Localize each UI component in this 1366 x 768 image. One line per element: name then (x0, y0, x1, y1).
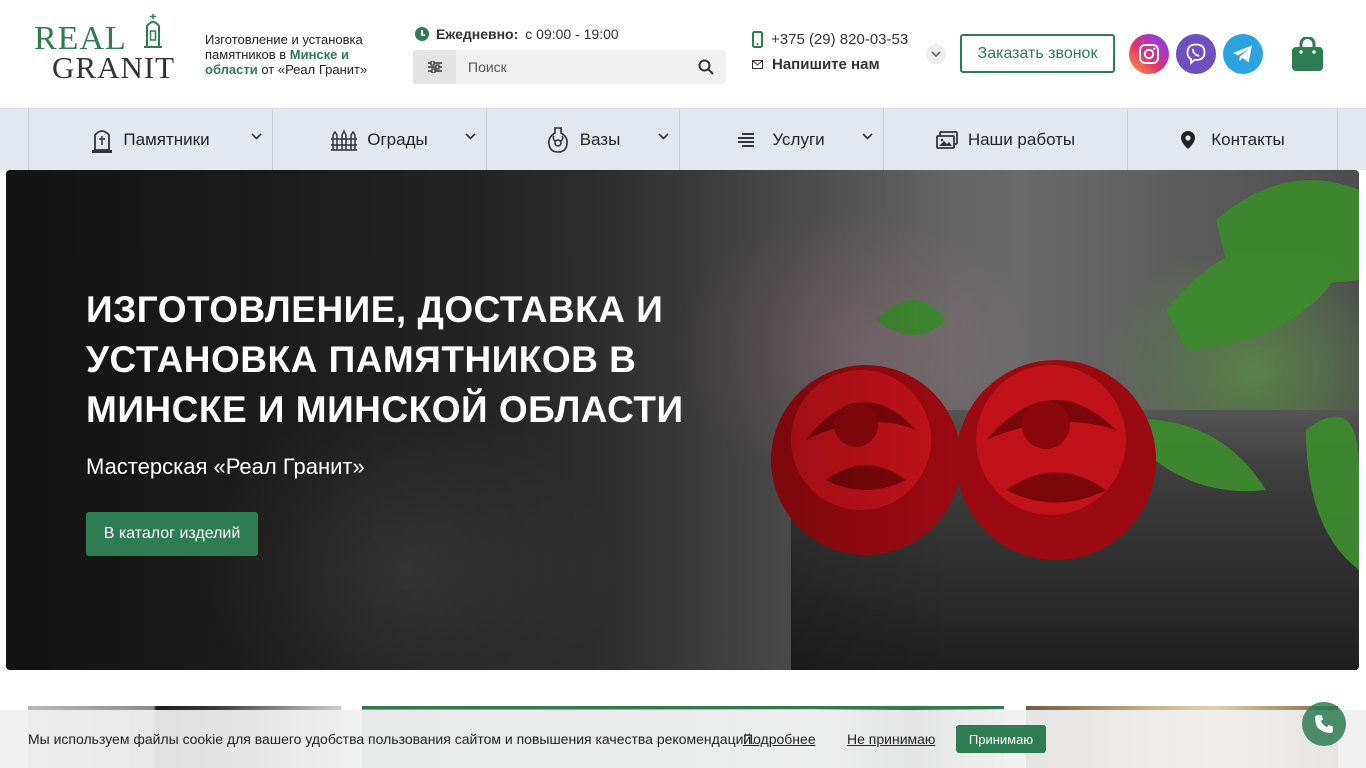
nav-label: Памятники (123, 129, 210, 149)
instagram-icon[interactable] (1129, 34, 1169, 74)
mobile-phone-icon (752, 31, 763, 48)
cookie-more-link[interactable]: Подробнее (743, 731, 816, 747)
chevron-down-icon (658, 133, 669, 140)
nav-label: Ограды (367, 129, 428, 149)
nav-divider (1337, 109, 1338, 170)
nav-label: Наши работы (967, 129, 1076, 149)
tagline: Изготовление и установка памятников в Ми… (205, 32, 395, 77)
nav-item-contacts[interactable]: Контакты (1127, 109, 1338, 170)
hours-value: с 09:00 - 19:00 (525, 26, 619, 42)
order-call-button[interactable]: Заказать звонок (960, 34, 1115, 73)
nav-item-our-works[interactable]: Наши работы (883, 109, 1127, 170)
catalog-button[interactable]: В каталог изделий (86, 512, 258, 556)
search-input[interactable] (456, 50, 686, 84)
cookie-decline-link[interactable]: Не принимаю (847, 731, 935, 747)
gallery-icon (935, 130, 958, 149)
vase-icon (547, 126, 568, 153)
telegram-icon[interactable] (1223, 34, 1263, 74)
chevron-down-icon (465, 133, 476, 140)
envelope-icon (752, 60, 763, 69)
phone-number: +375 (29) 820-03-53 (771, 31, 909, 48)
nav-item-fences[interactable]: Ограды (272, 109, 486, 170)
chevron-down-icon (862, 133, 873, 140)
chevron-down-icon (251, 133, 262, 140)
nav-item-monuments[interactable]: Памятники (28, 109, 272, 170)
clock-icon (415, 27, 429, 41)
phone-call-icon[interactable] (1302, 702, 1346, 746)
search-icon[interactable] (686, 50, 726, 84)
cookie-accept-button[interactable]: Принимаю (956, 725, 1046, 753)
hero-banner: ИЗГОТОВЛЕНИЕ, ДОСТАВКА И УСТАНОВКА ПАМЯТ… (6, 170, 1359, 670)
cart-icon[interactable] (1292, 36, 1323, 71)
fence-icon (331, 128, 358, 151)
hero-title: ИЗГОТОВЛЕНИЕ, ДОСТАВКА И УСТАНОВКА ПАМЯТ… (86, 289, 684, 430)
nav-item-services[interactable]: Услуги (679, 109, 883, 170)
logo[interactable]: REAL GRANIT (34, 14, 179, 85)
cookie-banner: Мы используем файлы cookie для вашего уд… (0, 710, 1366, 768)
phone-link[interactable]: +375 (29) 820-03-53 (752, 31, 908, 48)
nav-item-vases[interactable]: Вазы (486, 109, 679, 170)
nav-label: Вазы (579, 129, 621, 149)
main-navigation: Памятники Ограды Вазы Услуги Наши работы… (0, 108, 1366, 170)
list-icon (738, 132, 755, 147)
header: REAL GRANIT Изготовление и установка пам… (0, 0, 1366, 108)
write-us-link[interactable]: Напишите нам (752, 56, 880, 73)
working-hours: Ежедневно: с 09:00 - 19:00 (415, 26, 619, 42)
nav-label: Контакты (1211, 129, 1285, 149)
location-pin-icon (1181, 130, 1196, 149)
chapel-icon (144, 14, 162, 48)
tagline-company: от «Реал Гранит» (257, 62, 368, 77)
search-bar (413, 50, 726, 84)
write-us-label: Напишите нам (772, 56, 880, 73)
monument-icon (92, 129, 113, 153)
cookie-message: Мы используем файлы cookie для вашего уд… (28, 731, 756, 747)
logo-word-granit: GRANIT (52, 50, 176, 85)
hours-label: Ежедневно: (436, 26, 519, 42)
contacts-dropdown-icon[interactable] (926, 44, 946, 64)
filter-icon[interactable] (413, 50, 456, 84)
viber-icon[interactable] (1176, 34, 1216, 74)
nav-label: Услуги (772, 129, 825, 149)
hero-subtitle: Мастерская «Реал Гранит» (86, 454, 365, 479)
